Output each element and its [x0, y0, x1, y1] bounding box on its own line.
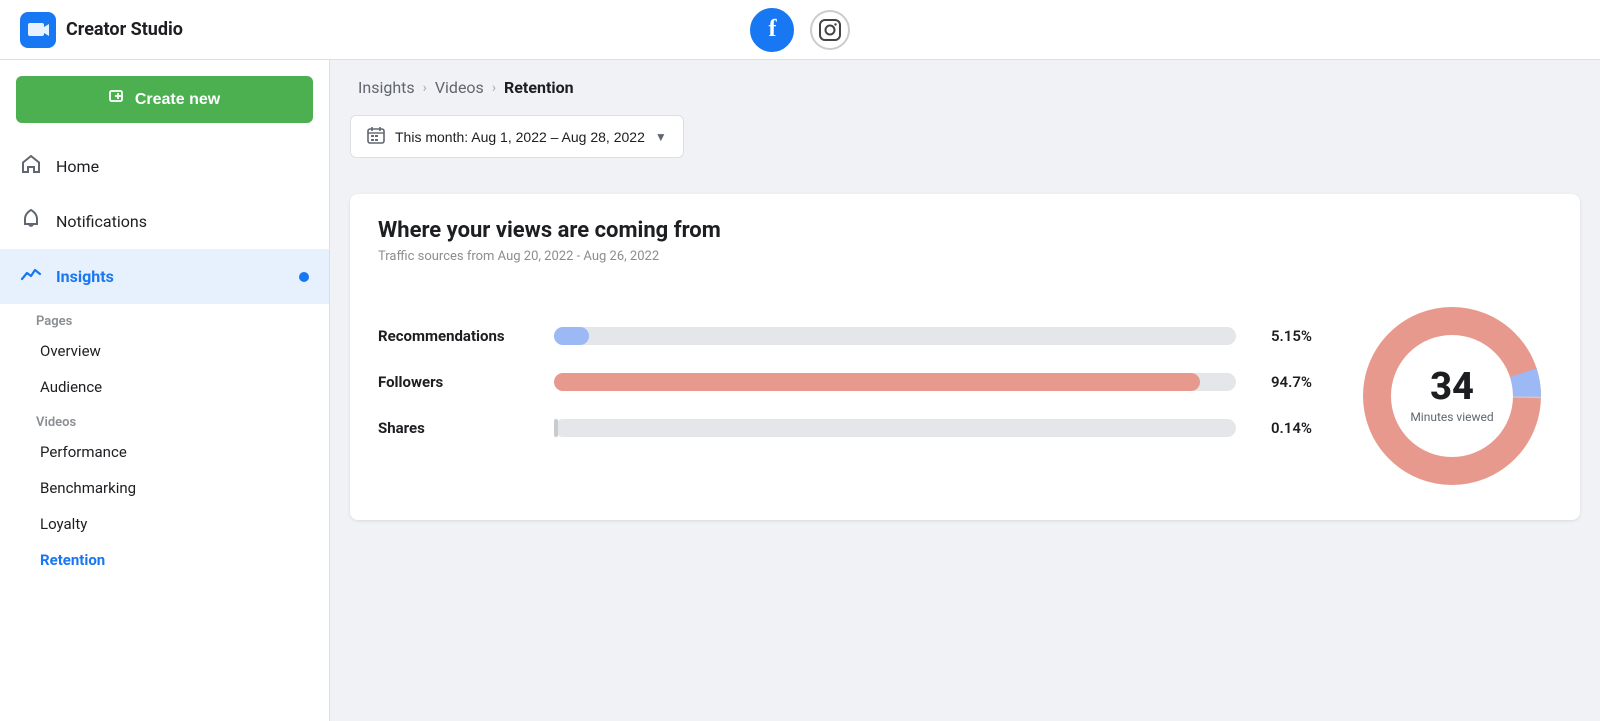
calendar-icon [367, 126, 385, 147]
insights-icon [20, 263, 42, 290]
bar-fill-recommendations [554, 327, 589, 345]
date-range-label: This month: Aug 1, 2022 – Aug 28, 2022 [395, 129, 645, 145]
create-new-label: Create new [135, 91, 220, 109]
bar-fill-followers [554, 373, 1200, 391]
create-icon [109, 88, 127, 111]
bar-track-shares [554, 419, 1236, 437]
bars-section: Recommendations 5.15% Followers 94.7% [378, 327, 1312, 465]
sidebar-item-home[interactable]: Home [0, 139, 329, 194]
chart-title: Where your views are coming from [378, 218, 1552, 243]
app-title: Creator Studio [66, 19, 183, 40]
sidebar-item-audience[interactable]: Audience [0, 369, 329, 405]
platform-icons: f [750, 8, 850, 52]
sidebar-item-overview[interactable]: Overview [0, 333, 329, 369]
main-layout: Create new Home Notifications [0, 60, 1600, 721]
pages-section-label: Pages [0, 304, 329, 333]
chart-and-donut: Recommendations 5.15% Followers 94.7% [378, 296, 1552, 496]
sidebar-item-insights[interactable]: Insights [0, 249, 329, 304]
bar-pct-followers: 94.7% [1252, 373, 1312, 391]
donut-number: 34 [1410, 368, 1493, 406]
sidebar-item-retention[interactable]: Retention [0, 542, 329, 578]
bar-label-recommendations: Recommendations [378, 327, 538, 345]
bar-track-followers [554, 373, 1236, 391]
notifications-label: Notifications [56, 212, 147, 231]
app-logo [20, 12, 56, 48]
bar-row-recommendations: Recommendations 5.15% [378, 327, 1312, 345]
breadcrumb-insights[interactable]: Insights [358, 78, 415, 97]
date-picker-button[interactable]: This month: Aug 1, 2022 – Aug 28, 2022 ▼ [350, 115, 684, 158]
bar-track-recommendations [554, 327, 1236, 345]
home-icon [20, 153, 42, 180]
sidebar: Create new Home Notifications [0, 60, 330, 721]
breadcrumb-current: Retention [504, 78, 574, 97]
dropdown-arrow-icon: ▼ [655, 130, 667, 144]
insights-dot [299, 272, 309, 282]
bar-pct-recommendations: 5.15% [1252, 327, 1312, 345]
sidebar-item-benchmarking[interactable]: Benchmarking [0, 470, 329, 506]
create-new-button[interactable]: Create new [16, 76, 313, 123]
facebook-icon[interactable]: f [750, 8, 794, 52]
app-header: Creator Studio f [0, 0, 1600, 60]
brand: Creator Studio [20, 12, 183, 48]
bar-label-shares: Shares [378, 419, 538, 437]
bar-label-followers: Followers [378, 373, 538, 391]
bar-row-shares: Shares 0.14% [378, 419, 1312, 437]
donut-label: Minutes viewed [1410, 410, 1493, 424]
donut-center: 34 Minutes viewed [1410, 368, 1493, 424]
main-content: Insights › Videos › Retention [330, 60, 1600, 721]
bar-pct-shares: 0.14% [1252, 419, 1312, 437]
home-label: Home [56, 157, 99, 176]
donut-chart: 34 Minutes viewed [1352, 296, 1552, 496]
breadcrumb: Insights › Videos › Retention [330, 60, 1600, 115]
breadcrumb-sep-1: › [423, 80, 427, 96]
breadcrumb-sep-2: › [492, 80, 496, 96]
bar-fill-shares [554, 419, 558, 437]
sidebar-item-performance[interactable]: Performance [0, 434, 329, 470]
insights-label: Insights [56, 267, 114, 286]
breadcrumb-videos[interactable]: Videos [435, 78, 484, 97]
bell-icon [20, 208, 42, 235]
instagram-icon[interactable] [810, 10, 850, 50]
videos-section-label: Videos [0, 405, 329, 434]
bar-row-followers: Followers 94.7% [378, 373, 1312, 391]
sidebar-item-notifications[interactable]: Notifications [0, 194, 329, 249]
chart-card: Where your views are coming from Traffic… [350, 194, 1580, 520]
sidebar-item-loyalty[interactable]: Loyalty [0, 506, 329, 542]
date-picker-wrapper: This month: Aug 1, 2022 – Aug 28, 2022 ▼ [330, 115, 1600, 194]
chart-subtitle: Traffic sources from Aug 20, 2022 - Aug … [378, 249, 1552, 264]
